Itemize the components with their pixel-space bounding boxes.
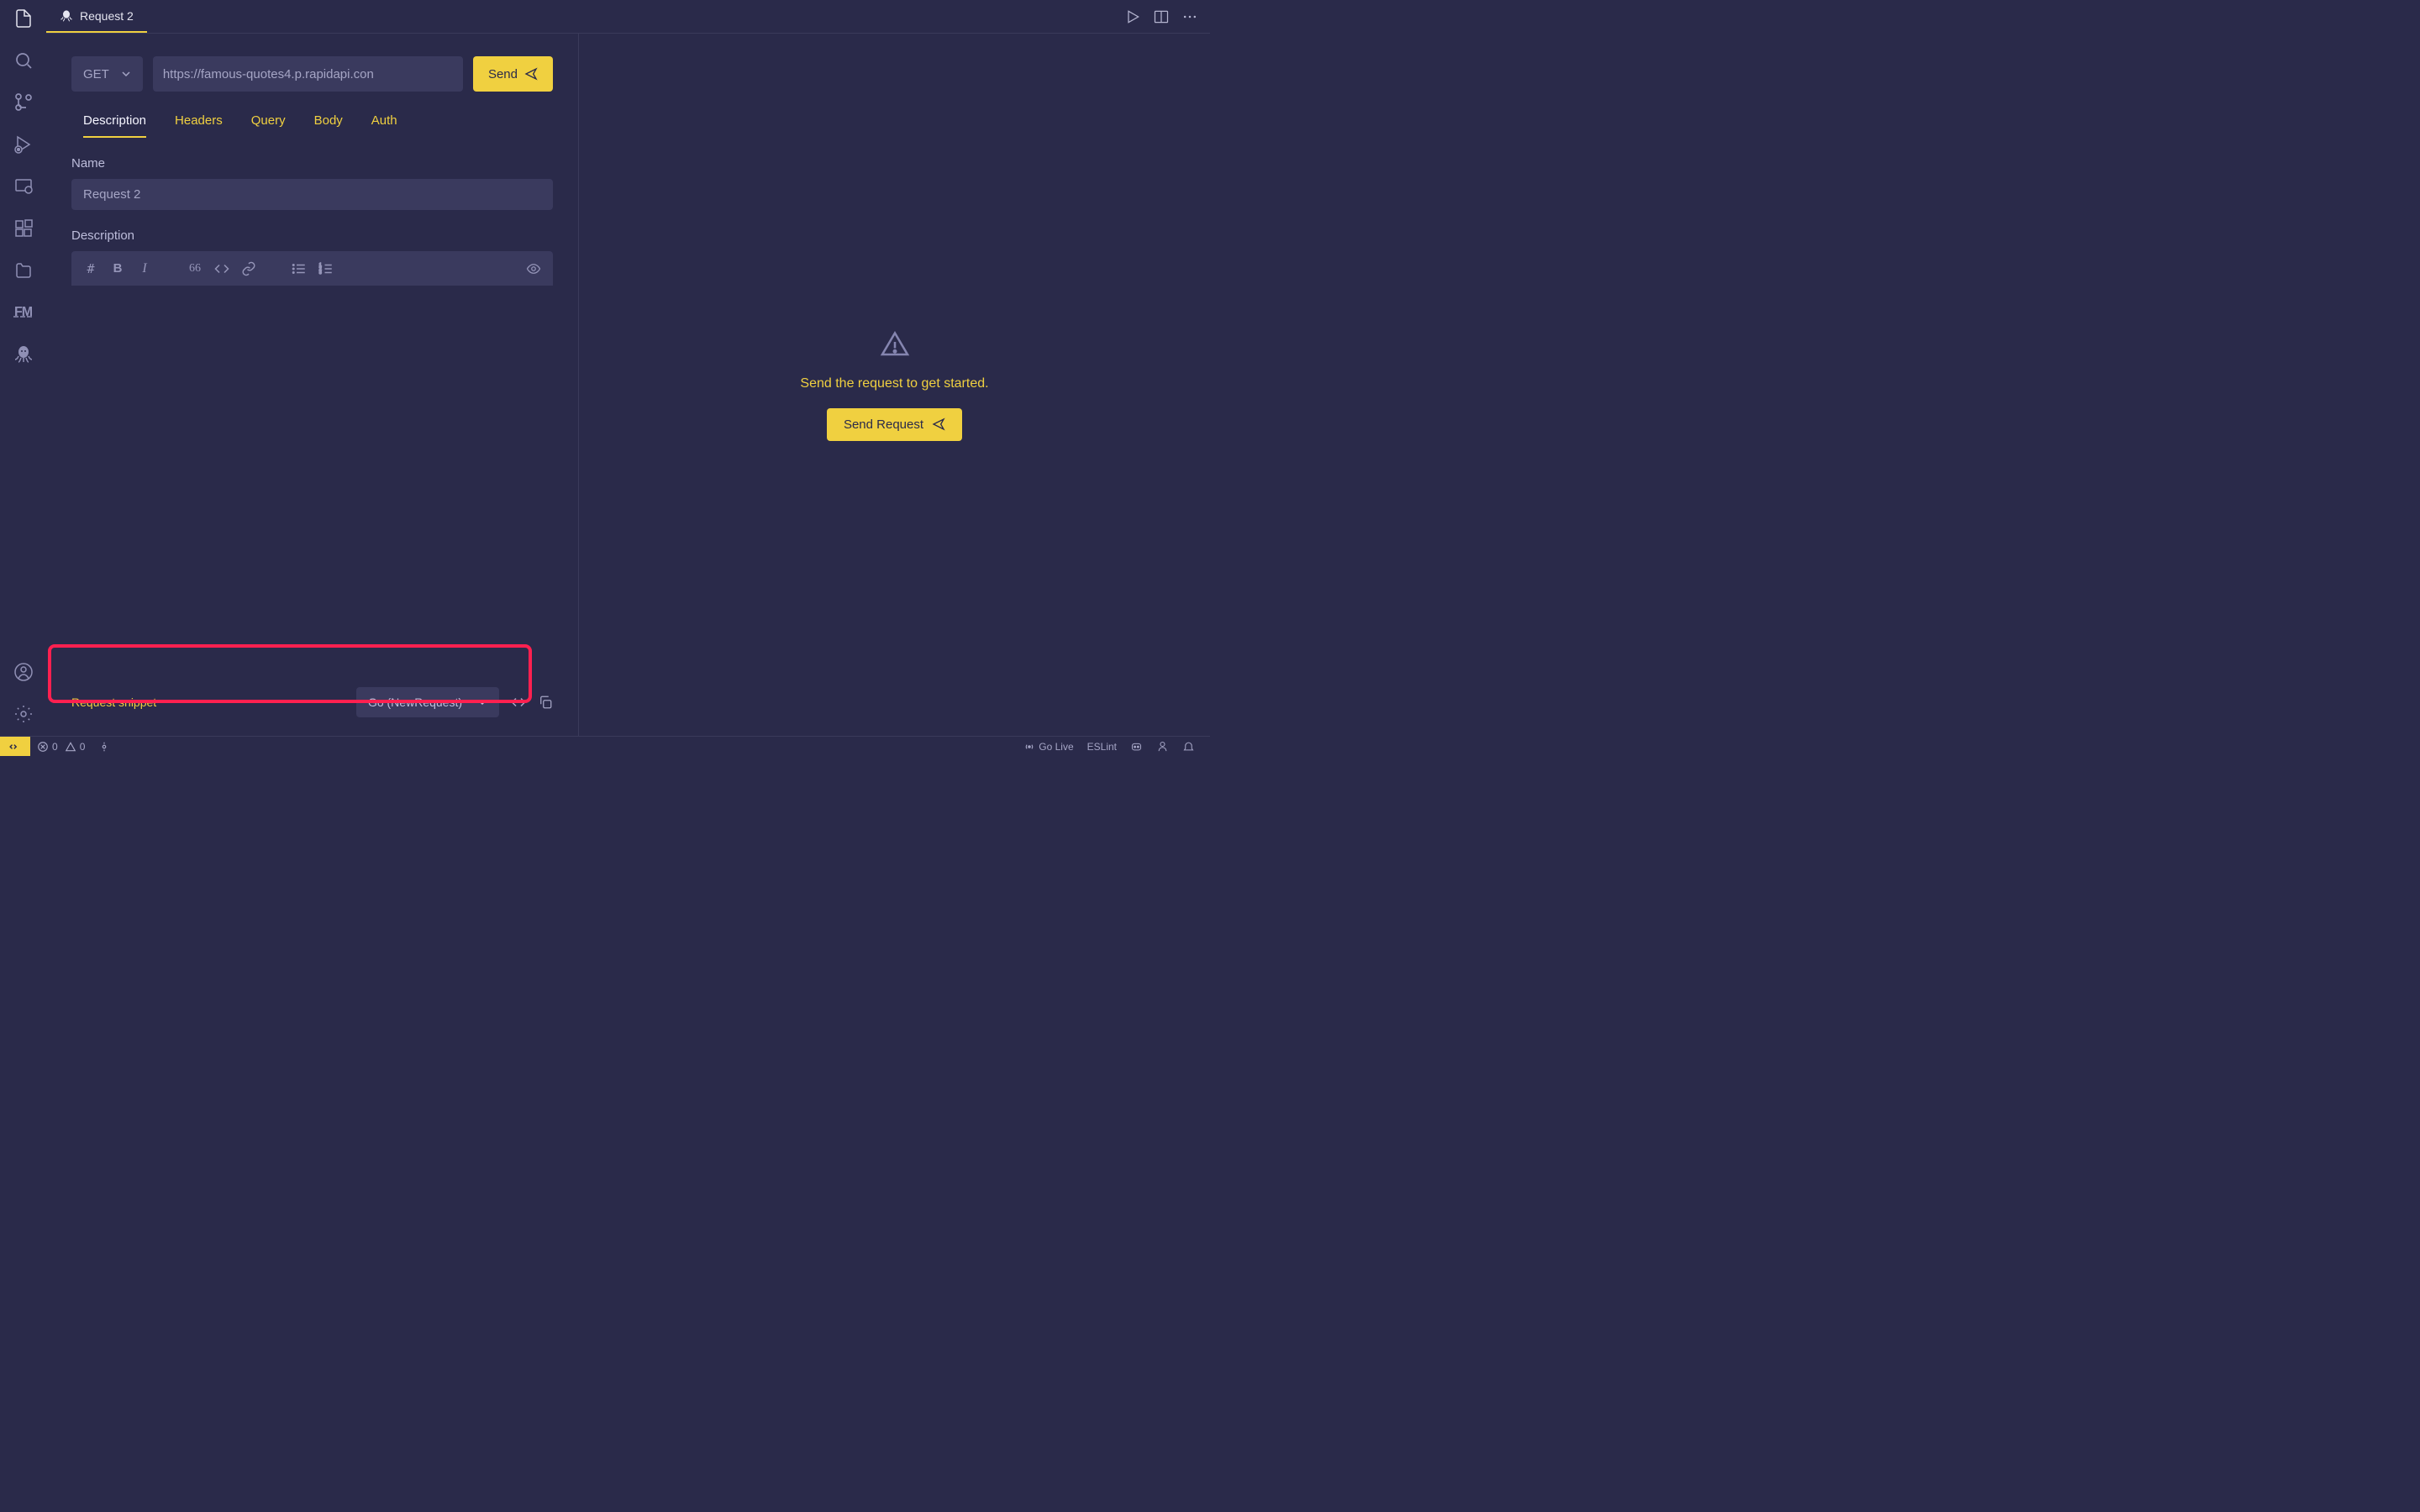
octopus-icon	[60, 9, 73, 23]
chevron-down-icon	[477, 697, 487, 707]
tab-bar: Request 2	[46, 0, 1210, 34]
code-icon[interactable]	[214, 261, 229, 276]
send-button[interactable]: Send	[473, 56, 553, 92]
snippet-label: Request snippet	[71, 696, 156, 709]
quote-icon[interactable]: 66	[187, 261, 203, 276]
code-icon[interactable]	[511, 695, 526, 710]
eslint-label: ESLint	[1087, 741, 1117, 753]
search-icon[interactable]	[12, 49, 35, 72]
send-request-label: Send Request	[844, 417, 923, 432]
remote-explorer-icon[interactable]	[12, 175, 35, 198]
more-icon[interactable]	[1181, 8, 1198, 25]
unordered-list-icon[interactable]	[292, 261, 307, 276]
explorer-icon[interactable]	[12, 7, 35, 30]
tab-auth[interactable]: Auth	[371, 113, 397, 138]
extensions-icon[interactable]	[12, 217, 35, 240]
tab-query[interactable]: Query	[251, 113, 286, 138]
request-panel: GET Send Description Headers Query	[46, 34, 579, 736]
send-label: Send	[488, 67, 518, 81]
name-label: Name	[71, 156, 553, 171]
warning-count: 0	[80, 741, 86, 753]
send-request-button[interactable]: Send Request	[827, 408, 962, 441]
settings-icon[interactable]	[12, 702, 35, 726]
folder-icon[interactable]	[12, 259, 35, 282]
ports-indicator[interactable]	[92, 741, 117, 753]
tab-body[interactable]: Body	[314, 113, 343, 138]
go-live-button[interactable]: Go Live	[1017, 741, 1080, 753]
run-debug-icon[interactable]	[12, 133, 35, 156]
notifications-icon[interactable]	[1176, 740, 1202, 753]
warning-icon	[65, 741, 76, 753]
italic-icon[interactable]: I	[137, 261, 152, 276]
tab-headers[interactable]: Headers	[175, 113, 223, 138]
bold-icon[interactable]: B	[110, 261, 125, 276]
port-icon	[98, 741, 110, 753]
heading-icon[interactable]: #	[83, 261, 98, 276]
editor-tab-request2[interactable]: Request 2	[46, 0, 147, 33]
description-editor: # B I 66	[71, 251, 553, 286]
tab-description[interactable]: Description	[83, 113, 146, 138]
snippet-selected: Go (NewRequest)	[368, 696, 462, 709]
empty-state-text: Send the request to get started.	[800, 376, 988, 391]
error-count: 0	[52, 741, 58, 753]
activity-bar: FM	[0, 0, 46, 736]
remote-indicator[interactable]	[0, 737, 30, 756]
http-method-select[interactable]: GET	[71, 56, 143, 92]
copilot-icon[interactable]	[1123, 740, 1150, 753]
description-toolbar: # B I 66	[71, 251, 553, 286]
copy-icon[interactable]	[538, 695, 553, 710]
go-live-label: Go Live	[1039, 741, 1073, 753]
url-input[interactable]	[153, 56, 463, 92]
response-panel: Send the request to get started. Send Re…	[579, 34, 1210, 736]
split-editor-icon[interactable]	[1153, 8, 1170, 25]
fm-extension-icon[interactable]: FM	[12, 301, 35, 324]
feedback-icon[interactable]	[1150, 740, 1176, 753]
name-input[interactable]	[71, 179, 553, 210]
status-bar: 0 0 Go Live ESLint	[0, 736, 1210, 756]
tab-title: Request 2	[80, 9, 134, 23]
request-tabs: Description Headers Query Body Auth	[71, 113, 553, 141]
source-control-icon[interactable]	[12, 91, 35, 114]
send-icon	[524, 67, 538, 81]
send-icon	[932, 417, 945, 431]
account-icon[interactable]	[12, 660, 35, 684]
method-value: GET	[83, 67, 109, 81]
preview-icon[interactable]	[526, 261, 541, 276]
svg-text:3: 3	[319, 270, 322, 276]
octopus-icon[interactable]	[12, 343, 35, 366]
problems-indicator[interactable]: 0 0	[30, 741, 92, 753]
eslint-indicator[interactable]: ESLint	[1081, 741, 1123, 753]
link-icon[interactable]	[241, 261, 256, 276]
snippet-row: Request snippet Go (NewRequest)	[71, 675, 553, 727]
broadcast-icon	[1023, 741, 1035, 753]
warning-icon	[880, 329, 910, 360]
chevron-down-icon	[121, 69, 131, 79]
error-icon	[37, 741, 49, 753]
snippet-language-select[interactable]: Go (NewRequest)	[356, 687, 499, 717]
description-label: Description	[71, 228, 553, 243]
ordered-list-icon[interactable]: 123	[318, 261, 334, 276]
play-icon[interactable]	[1124, 8, 1141, 25]
